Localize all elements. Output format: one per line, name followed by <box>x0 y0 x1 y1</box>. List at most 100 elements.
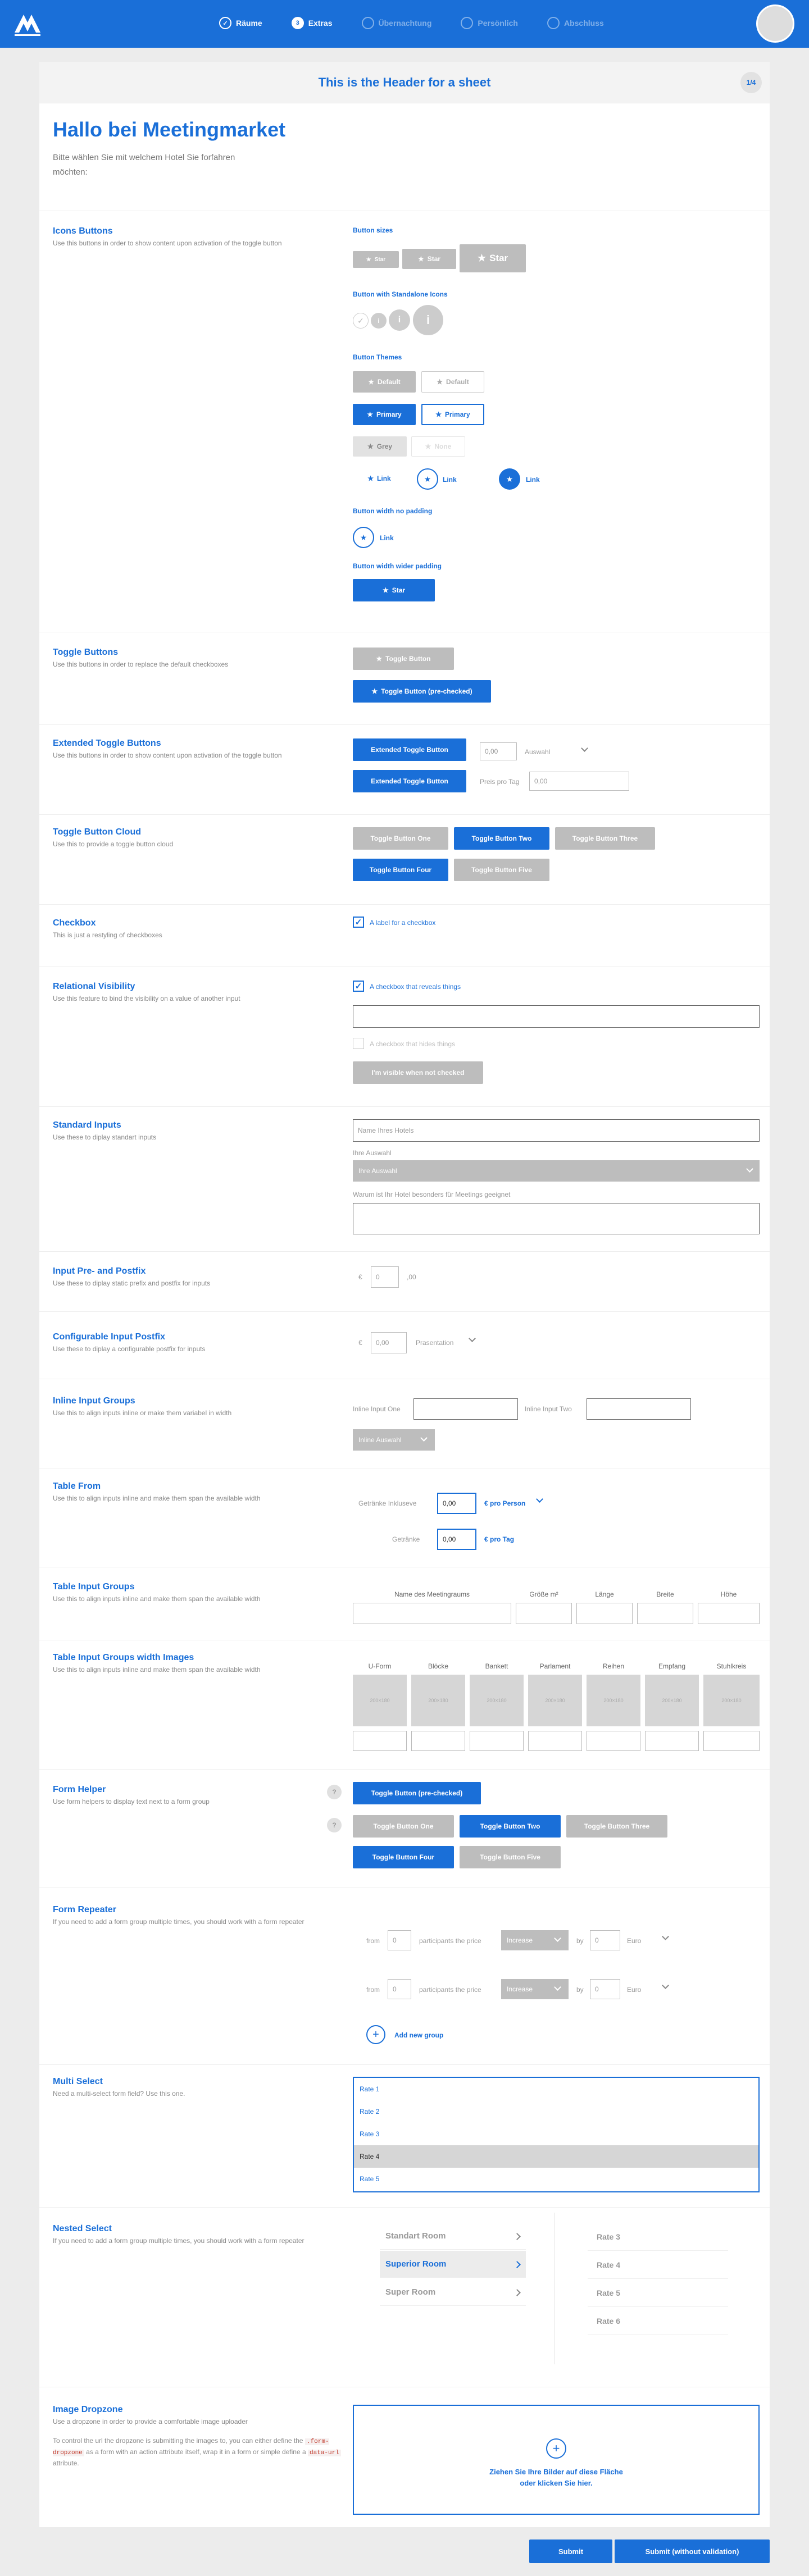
visible-when-unchecked-button[interactable]: I'm visible when not checked <box>353 1061 483 1084</box>
star-button-wide[interactable]: ★ Star <box>353 579 435 601</box>
list-item[interactable]: Rate 1 <box>354 2078 758 2100</box>
chevron-down-icon[interactable] <box>469 1335 476 1342</box>
capacity-input[interactable] <box>411 1731 465 1751</box>
link-label[interactable]: Link <box>443 476 457 484</box>
sheet-pager[interactable]: 1/4 <box>740 72 762 93</box>
height-input[interactable] <box>698 1603 760 1624</box>
nested-rate[interactable]: Rate 3 <box>588 2223 728 2251</box>
add-icon[interactable]: + <box>546 2438 566 2459</box>
star-icon[interactable]: ★ <box>417 468 438 490</box>
link-label[interactable]: Link <box>526 476 540 484</box>
toggle-cloud-button-four[interactable]: Toggle Button Four <box>353 859 448 881</box>
toggle-cloud-button-two[interactable]: Toggle Button Two <box>454 827 549 850</box>
checkbox-label[interactable]: A label for a checkbox <box>370 919 435 927</box>
select-auswahl[interactable]: Auswahl <box>525 748 550 756</box>
multi-select-list[interactable]: Rate 1 Rate 2 Rate 3 Rate 4 Rate 5 <box>353 2077 760 2192</box>
euro-select[interactable]: Euro <box>627 1937 641 1945</box>
capacity-input[interactable] <box>587 1731 640 1751</box>
star-icon[interactable]: ★ <box>499 468 520 490</box>
link-button[interactable]: ★ Link <box>358 468 400 489</box>
default-outline-button[interactable]: ★ Default <box>421 371 484 393</box>
toggle-cloud-button-five[interactable]: Toggle Button Five <box>454 859 549 881</box>
star-button-large[interactable]: ★ Star <box>460 244 526 272</box>
select-auswahl[interactable]: Ihre Auswahl <box>353 1160 760 1182</box>
revealed-input[interactable] <box>353 1005 760 1028</box>
help-icon[interactable]: ? <box>327 1785 342 1799</box>
inline-input-one[interactable] <box>413 1398 518 1420</box>
step-personal[interactable]: Persönlich <box>461 17 518 29</box>
image-dropzone[interactable] <box>353 2405 760 2515</box>
width-input[interactable] <box>637 1603 693 1624</box>
toggle-cloud-button-three[interactable]: Toggle Button Three <box>566 1815 667 1838</box>
none-button[interactable]: ★ None <box>411 436 465 457</box>
info-icon[interactable]: i <box>389 309 410 331</box>
by-input[interactable]: 0 <box>590 1979 620 1999</box>
capacity-input[interactable] <box>645 1731 699 1751</box>
primary-outline-button[interactable]: ★ Primary <box>421 404 484 425</box>
toggle-button-prechecked[interactable]: ★ Toggle Button (pre-checked) <box>353 680 491 703</box>
chevron-down-icon[interactable] <box>662 1933 669 1940</box>
meetingmarket-logo-icon[interactable] <box>12 8 43 38</box>
hotel-name-input[interactable]: Name Ihres Hotels <box>353 1119 760 1142</box>
add-icon[interactable]: + <box>366 2025 385 2044</box>
check-icon[interactable]: ✓ <box>353 313 369 329</box>
postfix-select[interactable]: Prasentation <box>416 1339 453 1347</box>
from-input[interactable]: 0 <box>388 1979 411 1999</box>
checkbox-reveals-label[interactable]: A checkbox that reveals things <box>370 983 461 991</box>
info-icon[interactable]: i <box>413 305 443 335</box>
price-per-day-input[interactable]: 0,00 <box>529 772 629 791</box>
checkbox-reveals[interactable]: ✓ <box>353 981 364 992</box>
textarea-input[interactable] <box>353 1203 760 1234</box>
by-input[interactable]: 0 <box>590 1930 620 1950</box>
default-button[interactable]: ★ Default <box>353 371 416 393</box>
star-icon[interactable]: ★ <box>353 527 374 548</box>
nested-rate[interactable]: Rate 4 <box>588 2251 728 2279</box>
extended-toggle-button-2[interactable]: Extended Toggle Button <box>353 770 466 792</box>
checkbox-hides[interactable] <box>353 1038 364 1049</box>
list-item[interactable]: Rate 2 <box>354 2100 758 2123</box>
size-input[interactable] <box>516 1603 572 1624</box>
chevron-down-icon[interactable] <box>536 1496 543 1503</box>
toggle-cloud-button-one[interactable]: Toggle Button One <box>353 827 448 850</box>
from-input[interactable]: 0 <box>388 1930 411 1950</box>
toggle-cloud-button-two[interactable]: Toggle Button Two <box>460 1815 561 1838</box>
primary-button[interactable]: ★ Primary <box>353 404 416 425</box>
link-label[interactable]: Link <box>380 534 394 542</box>
toggle-cloud-button-four[interactable]: Toggle Button Four <box>353 1846 454 1868</box>
toggle-cloud-button-three[interactable]: Toggle Button Three <box>555 827 655 850</box>
info-icon[interactable]: i <box>371 313 387 329</box>
step-extras[interactable]: 3 Extras <box>291 17 333 29</box>
step-accommodation[interactable]: Übernachtung <box>361 17 431 29</box>
length-input[interactable] <box>576 1603 633 1624</box>
nested-rate[interactable]: Rate 6 <box>588 2307 728 2335</box>
submit-without-validation-button[interactable]: Submit (without validation) <box>615 2539 770 2563</box>
toggle-cloud-button-five[interactable]: Toggle Button Five <box>460 1846 561 1868</box>
help-icon[interactable]: ? <box>327 1818 342 1832</box>
capacity-input[interactable] <box>353 1731 407 1751</box>
grey-button[interactable]: ★ Grey <box>353 436 407 457</box>
nested-rate[interactable]: Rate 5 <box>588 2279 728 2307</box>
toggle-button[interactable]: ★ Toggle Button <box>353 648 454 670</box>
star-button-small[interactable]: ★ Star <box>353 251 399 268</box>
capacity-input[interactable] <box>470 1731 524 1751</box>
amount-input[interactable]: 0 <box>371 1266 399 1288</box>
list-item-selected[interactable]: Rate 4 <box>354 2145 758 2168</box>
capacity-input[interactable] <box>528 1731 582 1751</box>
row1-input[interactable]: 0,00 <box>437 1493 476 1514</box>
star-button-medium[interactable]: ★ Star <box>402 249 456 269</box>
nested-option-superior-room[interactable]: Superior Room <box>380 2251 526 2278</box>
chevron-down-icon[interactable] <box>662 1982 669 1989</box>
chevron-down-icon[interactable] <box>581 745 588 752</box>
room-name-input[interactable] <box>353 1603 511 1624</box>
value-input[interactable]: 0,00 <box>480 742 517 760</box>
list-item[interactable]: Rate 5 <box>354 2168 758 2190</box>
inline-input-two[interactable] <box>587 1398 691 1420</box>
submit-button[interactable]: Submit <box>529 2539 612 2563</box>
nested-option-standard-room[interactable]: Standart Room <box>380 2223 526 2250</box>
nested-option-super-room[interactable]: Super Room <box>380 2279 526 2306</box>
extended-toggle-button-1[interactable]: Extended Toggle Button <box>353 738 466 761</box>
toggle-cloud-button-one[interactable]: Toggle Button One <box>353 1815 454 1838</box>
toggle-button-prechecked[interactable]: Toggle Button (pre-checked) <box>353 1782 481 1804</box>
row1-unit-select[interactable]: € pro Person <box>484 1499 525 1507</box>
step-rooms[interactable]: ✓ Räume <box>219 17 262 29</box>
